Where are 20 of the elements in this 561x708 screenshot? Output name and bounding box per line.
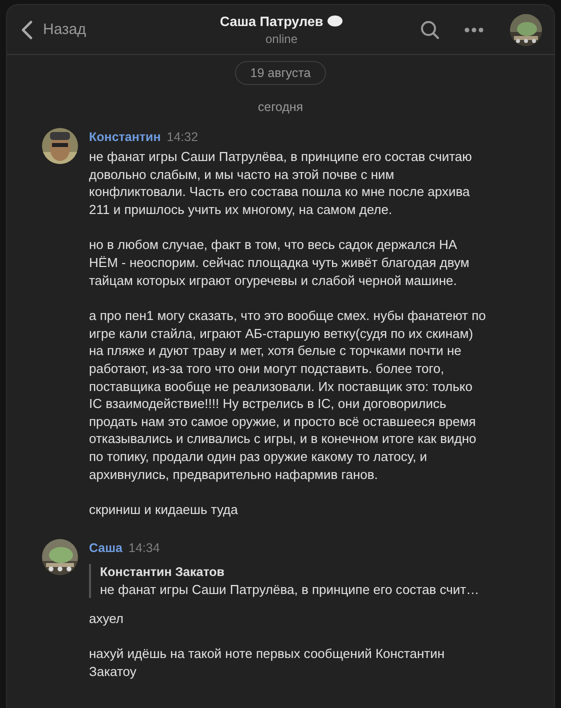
day-label: сегодня	[256, 100, 304, 114]
message-text: не фанат игры Саши Патрулёва, в принципе его состав считаю довольно слабым, и мы часто на этой почве с ним конфликтовали. Часть его состава пошла ко мне после архива 211 и пришлось учить их многому, на самом деле.	[89, 148, 473, 218]
back-button[interactable]: Назад	[21, 20, 181, 40]
author-name[interactable]: Константин	[89, 130, 161, 144]
author-name[interactable]: Саша	[89, 540, 123, 555]
online-status: online	[265, 32, 298, 46]
message-text: нахуй идёшь на такой ноте первых сообщений Константин Закатоу	[89, 645, 446, 680]
quote-author: Константин Закатов	[100, 564, 226, 581]
message-text: но в любом случае, факт в том, что весь садок держался НА НЁМ - неоспорим. сейчас площадка чуть живёт благодая двум тайцам которых играют огуречевы и слабой черной машине.	[89, 236, 470, 290]
more-icon[interactable]	[464, 26, 484, 32]
reply-quote[interactable]: Константин Закатов не фанат игры Саши Патрулёва, в принципе его состав счит…	[89, 564, 489, 598]
message-text: а про пен1 могу сказать, что это вообще смех. нубы фанатеют по игре кали стайла, играют АБ-старшую ветку(судя по их скинам) на пляже и дуют траву и мет, хотя белые с торчками почти не работают, из-за того что они могут подставить. более того, поставщика вообще не реализовали. Их поставщик это: только IC взаимодействие!!!! Ну встрелись в IC, они договорились продать нам это самое оружие, и просто всё оставшееся время отказывались и сливались с игры, и в конечном итоге как видно по топику, продали один раз оружие какому то латосу, и архивнулись, предварительно нафармив ганов.	[89, 307, 487, 484]
message-text: скриниш и кидаешь туда	[89, 501, 239, 519]
date-badge: 19 августа	[235, 61, 326, 85]
search-icon[interactable]	[420, 20, 440, 40]
message-time: 14:32	[166, 130, 198, 144]
message-text: ахуел	[89, 610, 124, 628]
message-time: 14:34	[128, 540, 160, 555]
quote-text: не фанат игры Саши Патрулёва, в принципе его состав счит…	[100, 580, 480, 598]
chat-title: Саша Патрулев	[220, 14, 324, 28]
